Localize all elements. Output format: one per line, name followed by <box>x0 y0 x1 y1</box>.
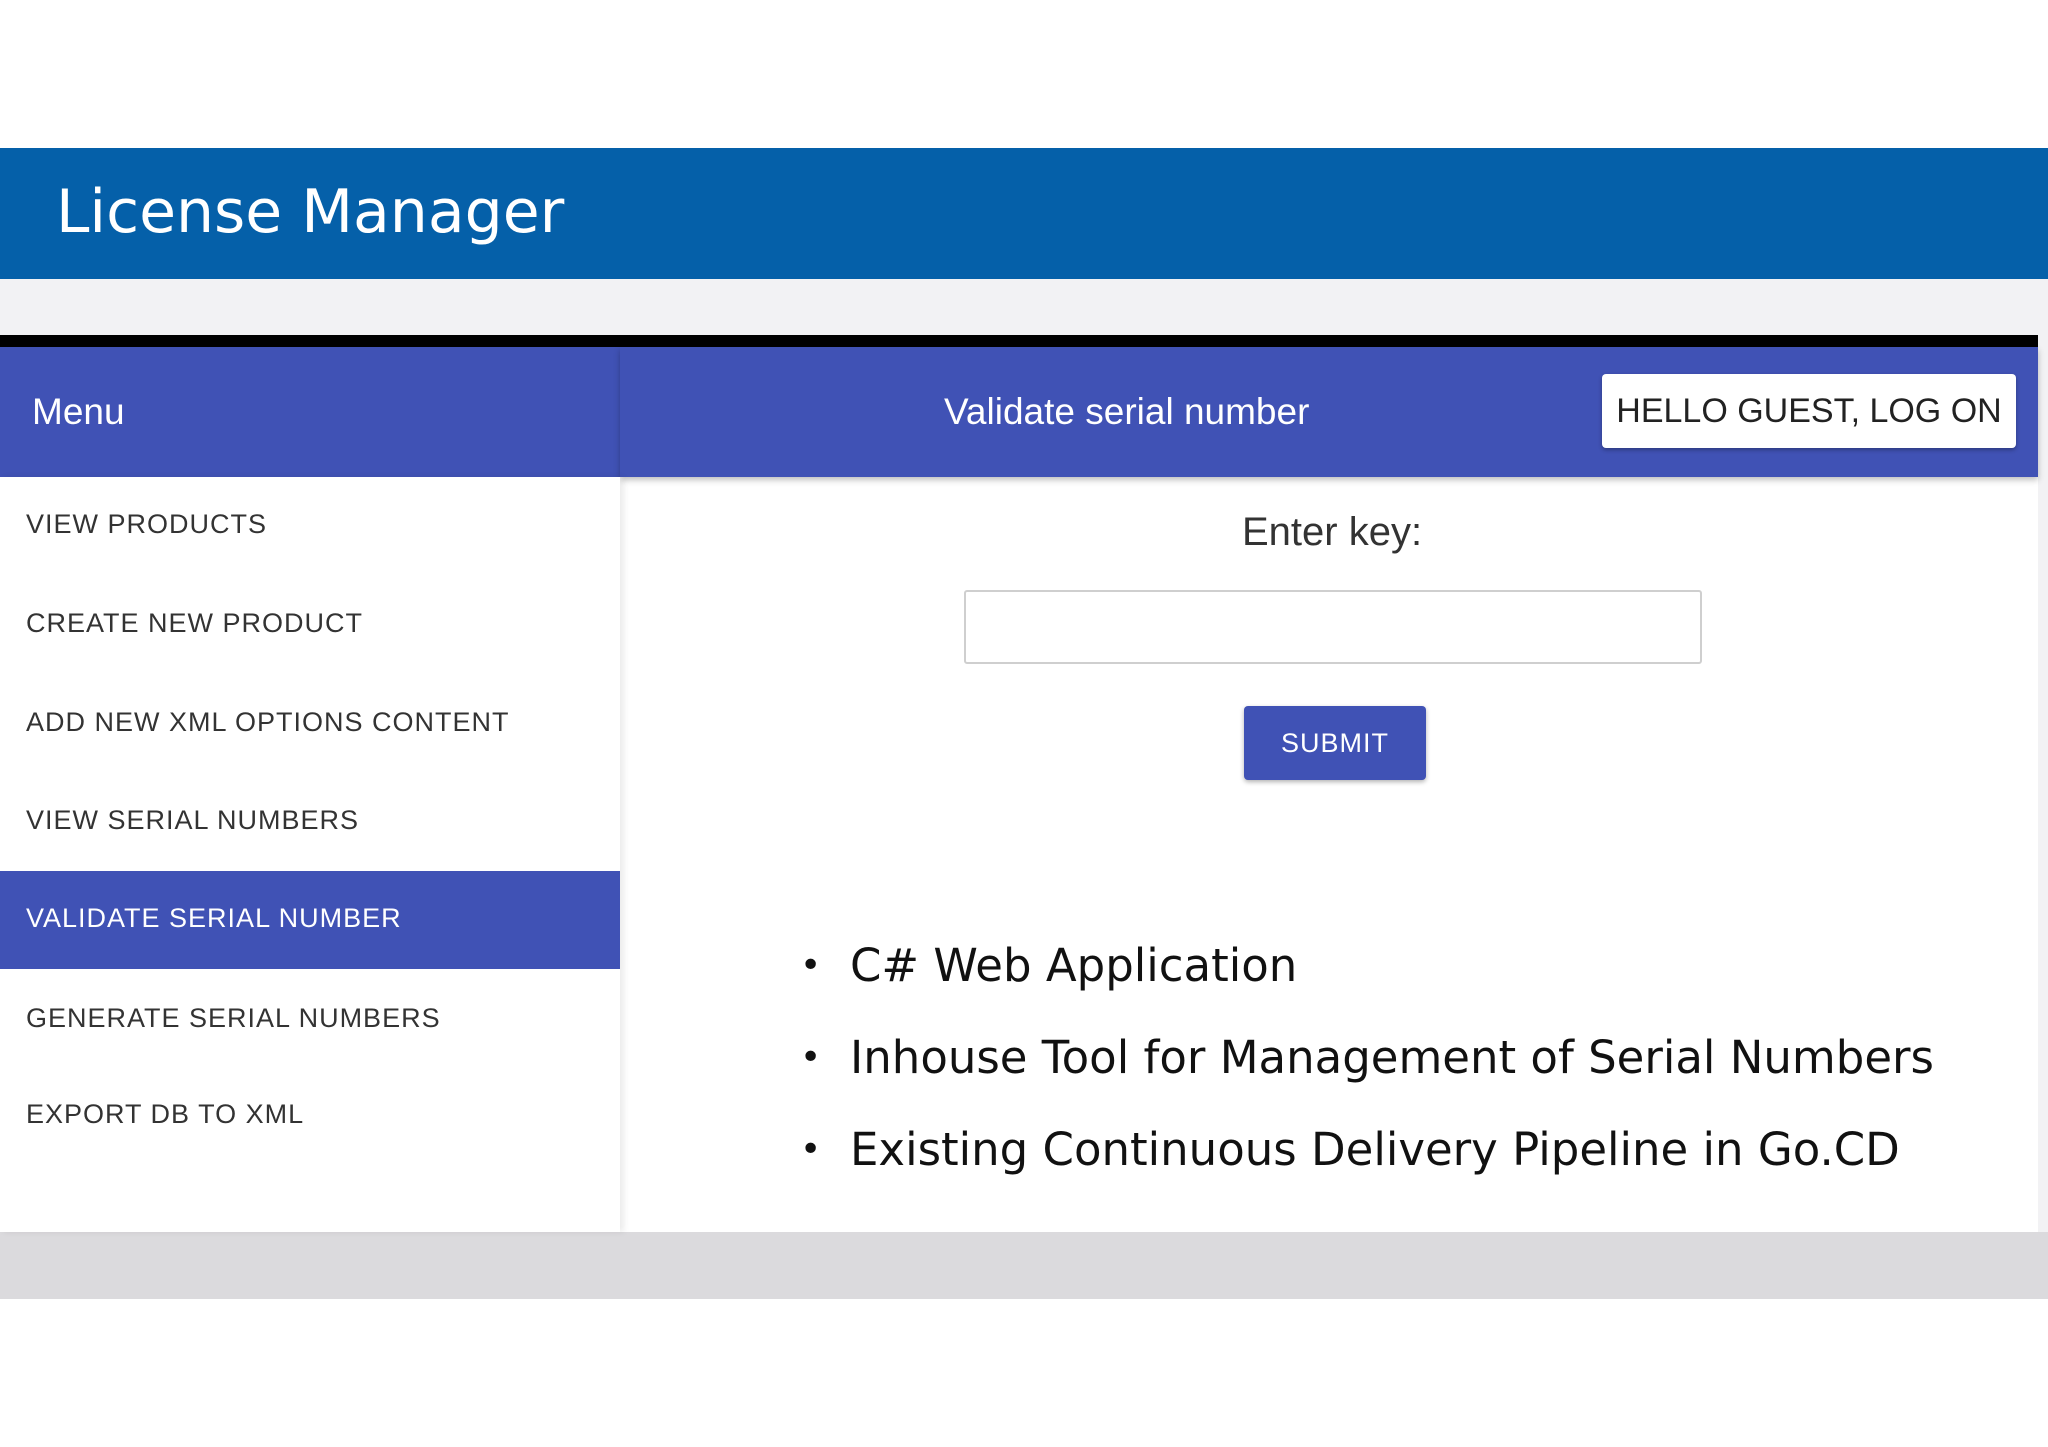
sidebar-item-create-new-product[interactable]: CREATE NEW PRODUCT <box>0 576 620 674</box>
sidebar-item-validate-serial-number[interactable]: VALIDATE SERIAL NUMBER <box>0 871 620 969</box>
logon-button[interactable]: HELLO GUEST, LOG ON <box>1602 374 2016 448</box>
sidebar-item-label: VIEW SERIAL NUMBERS <box>26 805 360 835</box>
bullet-text: C# Web Application <box>850 939 1298 992</box>
bullet-item: • C# Web Application <box>800 920 1934 1012</box>
key-input[interactable] <box>964 590 1702 664</box>
sidebar-item-view-serial-numbers[interactable]: VIEW SERIAL NUMBERS <box>0 773 620 871</box>
bullet-list: • C# Web Application • Inhouse Tool for … <box>800 920 1934 1196</box>
sidebar-item-label: CREATE NEW PRODUCT <box>26 608 364 638</box>
sidebar-item-label: VIEW PRODUCTS <box>26 509 268 539</box>
sidebar-item-label: EXPORT DB TO XML <box>26 1099 305 1129</box>
bullet-icon: • <box>800 945 822 986</box>
bullet-text: Inhouse Tool for Management of Serial Nu… <box>850 1031 1934 1084</box>
bottom-strip <box>0 1232 2048 1299</box>
sidebar-item-generate-serial-numbers[interactable]: GENERATE SERIAL NUMBERS <box>0 971 620 1069</box>
submit-button[interactable]: SUBMIT <box>1244 706 1426 780</box>
sidebar: VIEW PRODUCTS CREATE NEW PRODUCT ADD NEW… <box>0 477 620 1232</box>
window-top-border <box>0 335 2038 347</box>
enter-key-label: Enter key: <box>1242 510 1423 554</box>
sidebar-item-add-new-xml-options-content[interactable]: ADD NEW XML OPTIONS CONTENT <box>0 675 620 773</box>
sidebar-header-label: Menu <box>32 391 125 432</box>
sidebar-item-label: VALIDATE SERIAL NUMBER <box>26 903 402 933</box>
sidebar-item-view-products[interactable]: VIEW PRODUCTS <box>0 477 620 575</box>
bullet-text: Existing Continuous Delivery Pipeline in… <box>850 1123 1900 1176</box>
sidebar-item-label: GENERATE SERIAL NUMBERS <box>26 1003 441 1033</box>
page-title: Validate serial number <box>944 391 1310 432</box>
sidebar-item-label: ADD NEW XML OPTIONS CONTENT <box>26 707 510 737</box>
bullet-item: • Existing Continuous Delivery Pipeline … <box>800 1104 1934 1196</box>
sidebar-item-export-db-to-xml[interactable]: EXPORT DB TO XML <box>0 1067 620 1165</box>
bullet-icon: • <box>800 1129 822 1170</box>
bullet-item: • Inhouse Tool for Management of Serial … <box>800 1012 1934 1104</box>
slide: License Manager Menu Validate serial num… <box>0 0 2048 1447</box>
slide-title: License Manager <box>56 177 565 247</box>
bullet-icon: • <box>800 1037 822 1078</box>
